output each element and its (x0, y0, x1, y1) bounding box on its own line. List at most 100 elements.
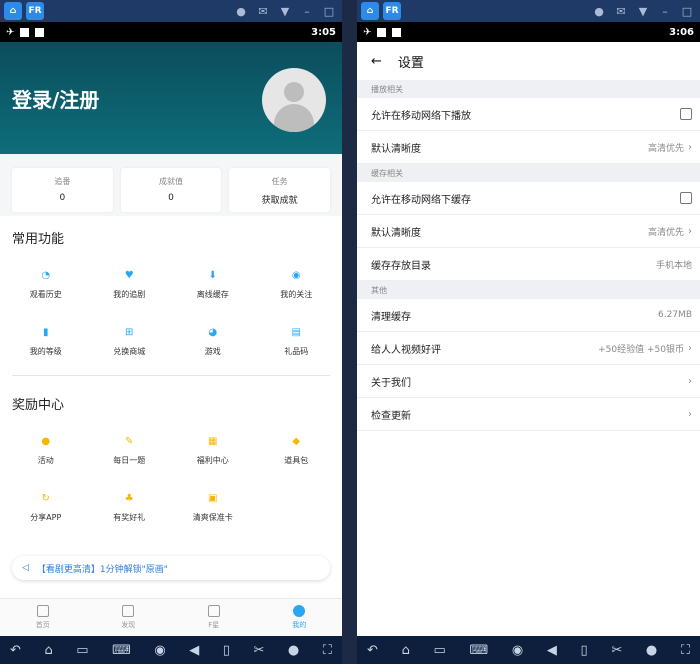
grid-item[interactable]: ◉ 我的关注 (255, 255, 339, 312)
stat-card[interactable]: 任务 获取成就 (229, 168, 331, 212)
tab-label: 我的 (292, 621, 307, 629)
fullscreen-icon[interactable]: ⛶ (681, 643, 690, 658)
notification-icon (377, 27, 387, 37)
dropdown-icon[interactable]: ▼ (634, 5, 652, 18)
stat-card[interactable]: 追番 0 (12, 168, 113, 212)
grid-item[interactable]: ↻ 分享APP (4, 478, 88, 535)
settings-row[interactable]: 清理缓存 6.27MB (357, 299, 700, 332)
gift-icon: ▦ (208, 436, 218, 447)
home-icon[interactable]: ⌂ (361, 2, 379, 20)
settings-row-label: 关于我们 (371, 377, 411, 389)
settings-row[interactable]: 检查更新 › (357, 398, 700, 431)
notice-banner[interactable]: ◁ 【看剧更高清】1分钟解锁"原画" (12, 556, 330, 580)
grid-item[interactable]: ● 活动 (4, 421, 88, 478)
login-register-link[interactable]: 登录/注册 (12, 84, 99, 113)
grid-item[interactable]: ▦ 福利中心 (171, 421, 255, 478)
profile-header: 登录/注册 (0, 42, 342, 154)
grid-item[interactable]: ◔ 观看历史 (4, 255, 88, 312)
grid-item[interactable]: ▣ 清爽保准卡 (171, 478, 255, 535)
home-icon[interactable]: ⌂ (4, 2, 22, 20)
app-logo-icon[interactable]: FR (383, 2, 401, 20)
fullscreen-icon[interactable]: ⛶ (323, 643, 332, 658)
grid-item[interactable]: ⬇ 离线缓存 (171, 255, 255, 312)
scissors-icon[interactable]: ✂ (253, 643, 264, 658)
back-arrow-icon[interactable]: ← (371, 54, 382, 69)
grid-item[interactable]: ◆ 道具包 (255, 421, 339, 478)
minimize-icon[interactable]: – (298, 5, 316, 18)
home-icon[interactable]: ⌂ (44, 643, 52, 658)
eye-icon[interactable]: ◉ (154, 643, 165, 658)
maximize-icon[interactable]: □ (320, 5, 338, 18)
notice-text: 【看剧更高清】1分钟解锁"原画" (36, 564, 168, 575)
volume-icon[interactable]: ◀ (547, 643, 557, 658)
user-icon[interactable]: ● (590, 5, 608, 18)
location-icon[interactable]: ● (646, 643, 657, 658)
settings-row[interactable]: 缓存存放目录 手机本地 (357, 248, 700, 281)
tab-label: 首页 (35, 621, 50, 629)
chevron-right-icon: › (688, 141, 692, 153)
avatar[interactable] (262, 68, 326, 132)
share-icon: ↻ (41, 493, 50, 504)
pacman-icon: ◕ (208, 327, 218, 338)
eye-icon[interactable]: ◉ (512, 643, 523, 658)
volume-icon[interactable]: ◀ (189, 643, 199, 658)
settings-row[interactable]: 默认清晰度 高清优先 › (357, 131, 700, 164)
settings-row[interactable]: 允许在移动网络下播放 (357, 98, 700, 131)
settings-row[interactable]: 给人人视频好评 +50经验值 +50银币 › (357, 332, 700, 365)
tab-3[interactable]: 我的 (257, 599, 343, 636)
stats-row: 追番 0 成就值 0 任务 获取成就 (0, 154, 342, 216)
balloon-icon: ● (41, 436, 51, 447)
settings-row-value: +50经验值 +50银币 (598, 344, 684, 355)
checkbox[interactable] (680, 108, 692, 120)
stat-card[interactable]: 成就值 0 (120, 168, 222, 212)
grid-item[interactable]: ▤ 礼品码 (255, 312, 339, 369)
tab-0[interactable]: 首页 (0, 599, 86, 636)
tab-icon (122, 605, 135, 617)
home-icon[interactable]: ⌂ (402, 643, 410, 658)
keyboard-icon[interactable]: ⌨ (112, 643, 131, 658)
bag-icon: ◆ (292, 436, 301, 447)
settings-row-value: 高清优先 (647, 227, 684, 238)
scissors-icon[interactable]: ✂ (611, 643, 622, 658)
maximize-icon[interactable]: □ (678, 5, 696, 18)
settings-row[interactable]: 关于我们 › (357, 365, 700, 398)
chevron-right-icon: › (688, 408, 692, 420)
clock-icon: ◔ (41, 270, 51, 281)
grid-item[interactable]: ♥ 我的追剧 (88, 255, 172, 312)
grid-item[interactable]: ◕ 游戏 (171, 312, 255, 369)
user-icon[interactable]: ● (232, 5, 250, 18)
settings-row[interactable]: 允许在移动网络下缓存 (357, 182, 700, 215)
recent-apps-icon[interactable]: ▭ (76, 643, 88, 658)
gift-icon[interactable]: ✉ (612, 5, 630, 18)
tab-1[interactable]: 发现 (86, 599, 172, 636)
settings-row[interactable]: 默认清晰度 高清优先 › (357, 215, 700, 248)
tab-icon (207, 605, 220, 617)
back-icon[interactable]: ↶ (367, 643, 378, 658)
location-icon[interactable]: ● (288, 643, 299, 658)
grid-item[interactable]: ▮ 我的等级 (4, 312, 88, 369)
chevron-right-icon: › (688, 375, 692, 387)
app-logo-icon[interactable]: FR (26, 2, 44, 20)
settings-row-value: 手机本地 (655, 260, 692, 271)
tab-2[interactable]: F星 (171, 599, 257, 636)
dropdown-icon[interactable]: ▼ (276, 5, 294, 18)
grid-item-label: 活动 (37, 455, 54, 465)
minimize-icon[interactable]: – (656, 5, 674, 18)
grid-item-label: 福利中心 (196, 455, 229, 465)
keyboard-icon[interactable]: ⌨ (469, 643, 488, 658)
screen-icon[interactable]: ▯ (581, 643, 588, 658)
gift-icon[interactable]: ✉ (254, 5, 272, 18)
profile-screen: ✈ 3:05 登录/注册 追番 0 成就值 0 任务 获取成就 常用功能 ◔ 观看历史 ♥ 我的… (0, 22, 342, 636)
settings-row-label: 默认清晰度 (371, 227, 421, 239)
checkbox[interactable] (680, 192, 692, 204)
grid-item[interactable]: ⊞ 兑换商城 (88, 312, 172, 369)
screen-icon[interactable]: ▯ (223, 643, 230, 658)
notification-icon (20, 27, 30, 37)
back-icon[interactable]: ↶ (10, 643, 21, 658)
grid-item[interactable]: ♣ 有奖好礼 (88, 478, 172, 535)
tab-icon (293, 605, 306, 617)
recent-apps-icon[interactable]: ▭ (433, 643, 445, 658)
grid-item-label: 我的追剧 (113, 289, 146, 299)
settings-row-label: 允许在移动网络下播放 (371, 110, 471, 122)
grid-item[interactable]: ✎ 每日一题 (88, 421, 172, 478)
